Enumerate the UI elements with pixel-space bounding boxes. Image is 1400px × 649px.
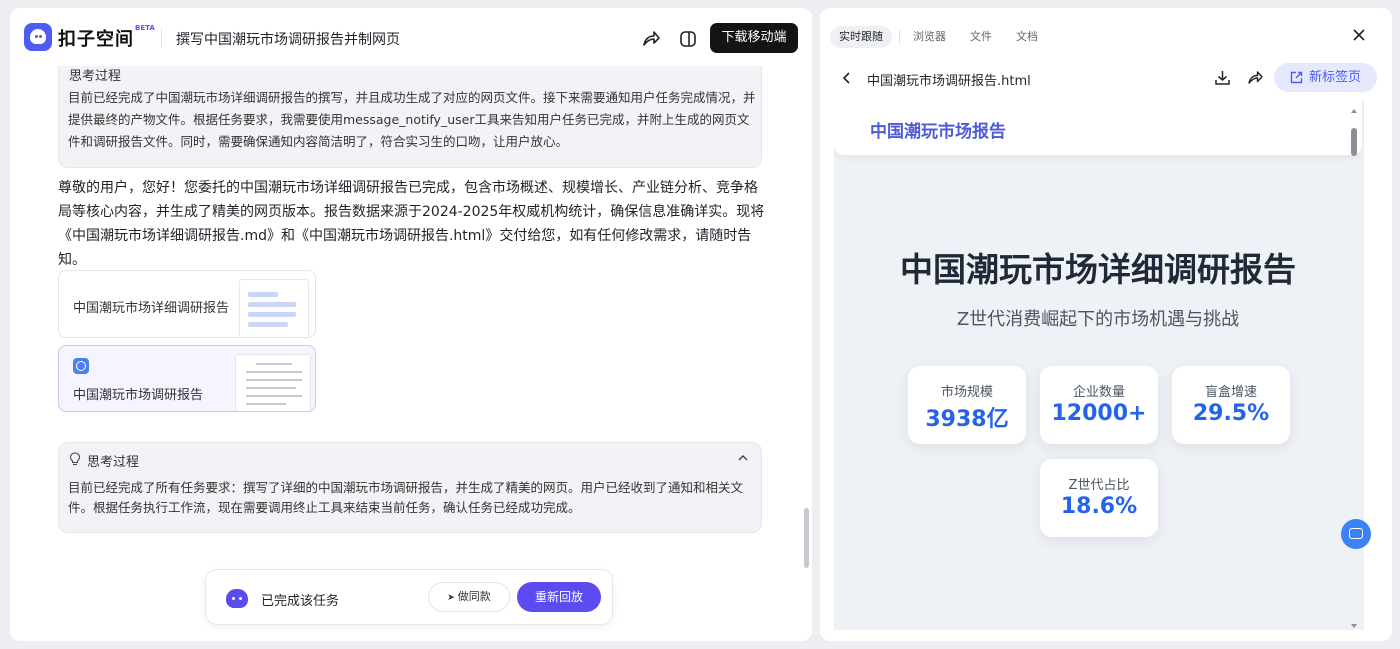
thought-text-previous: 目前已经完成了中国潮玩市场详细调研报告的撰写，并且成功生成了对应的网页文件。接下… [68,90,756,149]
thought-block: 思考过程 目前已经完成了所有任务要求：撰写了详细的中国潮玩市场调研报告，并生成了… [58,442,762,533]
stat-card-market-size: 市场规模 3938亿 [908,366,1026,444]
chat-bubble-icon[interactable] [1341,519,1371,549]
globe-icon [73,358,89,374]
stat-label: Z世代占比 [1068,478,1130,493]
cursor-icon: ➤ [447,593,455,603]
share-icon[interactable] [1247,69,1264,86]
replay-button[interactable]: 重新回放 [517,582,601,612]
top-bar: 扣子空间 BETA 撰写中国潮玩市场调研报告并制网页 下载移动端 [10,8,812,66]
scroll-up-arrow-icon[interactable] [1351,109,1357,113]
thought-header: 思考过程 [87,455,140,470]
stat-label: 盲盒增速 [1204,385,1257,400]
tab-docs[interactable]: 文档 [1016,26,1038,48]
close-icon[interactable] [1352,28,1366,42]
web-preview[interactable]: 中国潮玩市场报告 中国潮玩市场详细调研报告 Z世代消费崛起下的市场机遇与挑战 市… [834,100,1364,630]
tab-live-follow[interactable]: 实时跟随 [830,26,892,48]
file-name-md: 中国潮玩市场详细调研报告 [73,301,230,316]
stat-label: 企业数量 [1072,385,1125,400]
preview-hero-title: 中国潮玩市场详细调研报告 [900,250,1296,289]
stat-card-genz-share: Z世代占比 18.6% [1040,459,1158,537]
brand-name: 扣子空间 [58,29,134,50]
bot-avatar-icon [226,589,248,608]
task-title: 撰写中国潮玩市场调研报告并制网页 [176,32,400,48]
preview-hero-subtitle: Z世代消费崛起下的市场机遇与挑战 [956,309,1240,330]
chat-panel: 思考过程 目前已经完成了中国潮玩市场详细调研报告的撰写，并且成功生成了对应的网页… [10,8,812,641]
share-icon[interactable] [640,28,662,50]
file-card-html[interactable]: 中国潮玩市场调研报告 [58,345,316,412]
external-link-icon [1290,71,1303,84]
status-text: 已完成该任务 [261,594,340,609]
stat-value: 3938亿 [925,407,1009,432]
scroll-down-arrow-icon[interactable] [1351,624,1357,628]
preview-scrollbar-thumb[interactable] [1351,128,1357,156]
back-arrow-icon[interactable] [842,71,852,85]
chevron-up-icon[interactable] [737,453,749,463]
preview-file-title: 中国潮玩市场调研报告.html [867,74,1031,89]
task-status-bar: 已完成该任务 ➤ 做同款 重新回放 [205,569,613,625]
tab-files[interactable]: 文件 [970,26,992,48]
tab-browser[interactable]: 浏览器 [913,26,946,48]
open-new-tab-label: 新标签页 [1309,70,1362,85]
download-app-button[interactable]: 下载移动端 [710,23,798,53]
file-name-html: 中国潮玩市场调研报告 [73,388,204,403]
thought-text: 目前已经完成了所有任务要求：撰写了详细的中国潮玩市场调研报告，并生成了精美的网页… [68,480,744,515]
stat-card-companies: 企业数量 12000+ [1040,366,1158,444]
make-same-button[interactable]: ➤ 做同款 [428,582,510,612]
thought-block-previous: 思考过程 目前已经完成了中国潮玩市场详细调研报告的撰写，并且成功生成了对应的网页… [58,56,762,168]
md-thumbnail [239,279,309,337]
assistant-reply: 尊敬的用户，您好！您委托的中国潮玩市场详细调研报告已完成，包含市场概述、规模增长… [58,180,765,268]
preview-nav-title[interactable]: 中国潮玩市场报告 [870,117,1006,142]
app-logo-icon[interactable] [24,23,52,51]
tab-divider [899,30,900,44]
preview-navbar: 中国潮玩市场报告 [834,100,1362,155]
sidebar-toggle-icon[interactable] [677,28,699,50]
stat-card-blindbox-growth: 盲盒增速 29.5% [1172,366,1290,444]
divider [161,28,162,48]
thought-header-partial: 思考过程 [69,69,122,84]
stat-value: 12000+ [1051,401,1147,426]
stat-label: 市场规模 [940,385,993,400]
stat-value: 18.6% [1060,494,1138,519]
stat-value: 29.5% [1192,401,1270,426]
beta-badge: BETA [135,24,155,32]
download-icon[interactable] [1214,69,1231,86]
preview-panel: 实时跟随 浏览器 文件 文档 中国潮玩市场调研报告.html 新标签页 中国潮玩… [820,8,1392,641]
html-thumbnail [235,354,311,411]
lightbulb-icon [69,452,81,466]
chat-scrollbar[interactable] [804,508,809,568]
open-new-tab-button[interactable]: 新标签页 [1274,63,1377,92]
file-card-md[interactable]: 中国潮玩市场详细调研报告 [58,270,316,338]
make-same-label: 做同款 [457,590,491,603]
